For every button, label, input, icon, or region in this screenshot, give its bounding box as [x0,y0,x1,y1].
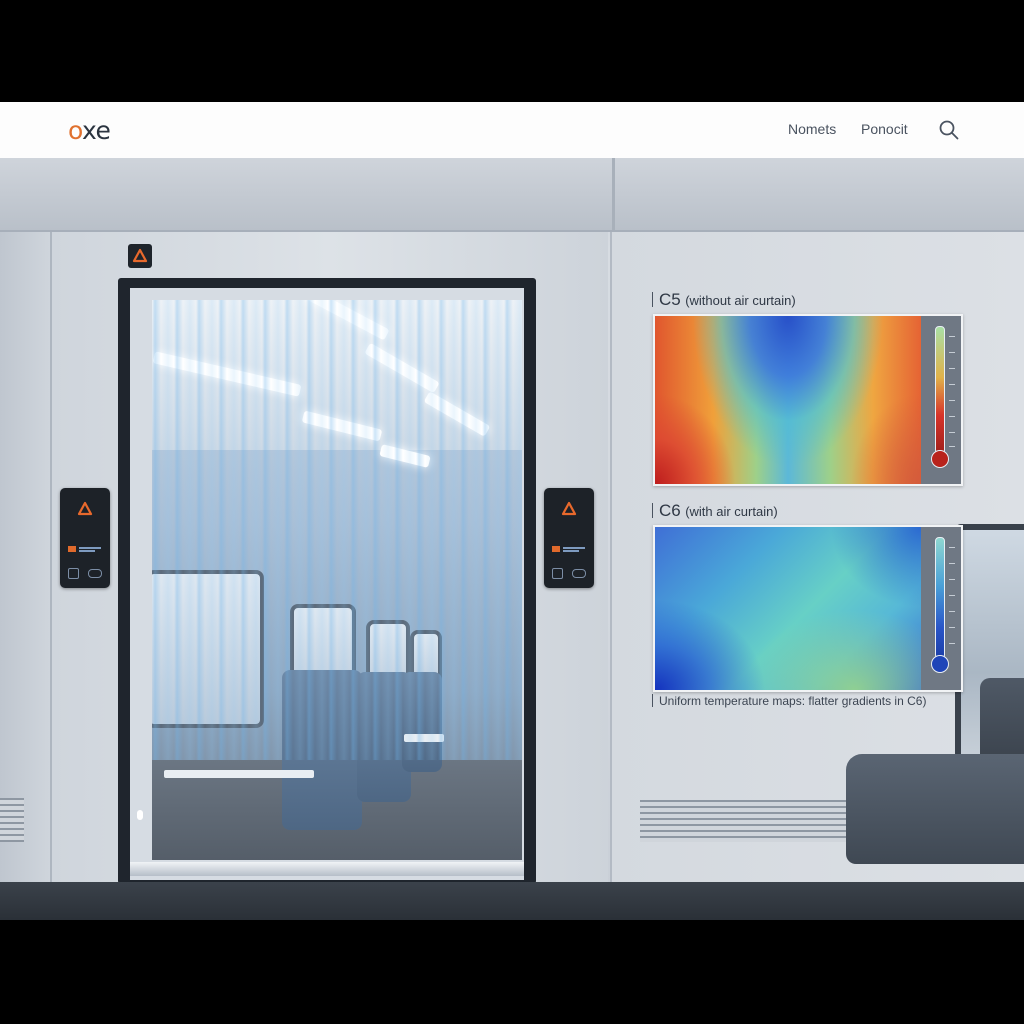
seat-table [164,770,314,778]
door-threshold [130,862,524,876]
thermometer-icon [931,326,955,472]
left-wall-panel [0,232,52,882]
warning-triangle-icon [561,501,577,516]
top-navigation-bar: oxe Nomets Ponocit [0,102,1024,159]
passenger-seat [846,754,1024,864]
ceiling-seam [612,158,615,230]
left-vent [0,798,24,842]
heatmap-c5-title: C5 (without air curtain) [652,290,796,310]
status-leds [552,546,586,552]
door-control-panel-right[interactable] [544,488,594,588]
heatmap-c5 [653,314,963,486]
warning-triangle-icon [77,501,93,516]
door-close-button[interactable] [572,569,586,578]
heatmap-caption: Uniform temperature maps: flatter gradie… [652,694,926,708]
nav-link-nomets[interactable]: Nomets [788,121,836,137]
brand-logo[interactable]: oxe [68,116,111,145]
heatmap-c6-title: C6 (with air curtain) [652,501,778,521]
letterbox-bottom [0,920,1024,1024]
door-control-panel-left[interactable] [60,488,110,588]
heatmap-c6 [653,525,963,692]
air-curtain-streams [152,300,522,760]
train-interior-scene: C5 (without air curtain) C6 (with air cu… [0,158,1024,920]
floor [0,882,1024,920]
temperature-field [655,316,921,484]
letterbox-top [0,0,1024,102]
door-indicator-light [137,810,143,820]
door-open-button[interactable] [68,568,79,579]
air-curtain-doorway [152,300,522,860]
door-open-button[interactable] [552,568,563,579]
ceiling-panel [0,158,1024,232]
floor-vent [640,800,860,842]
status-leds [68,546,102,552]
nav-link-ponocit[interactable]: Ponocit [861,121,908,137]
temperature-field [655,527,921,690]
warning-triangle-icon [128,244,152,268]
search-icon[interactable] [938,119,960,141]
thermometer-icon [931,537,955,677]
door-close-button[interactable] [88,569,102,578]
